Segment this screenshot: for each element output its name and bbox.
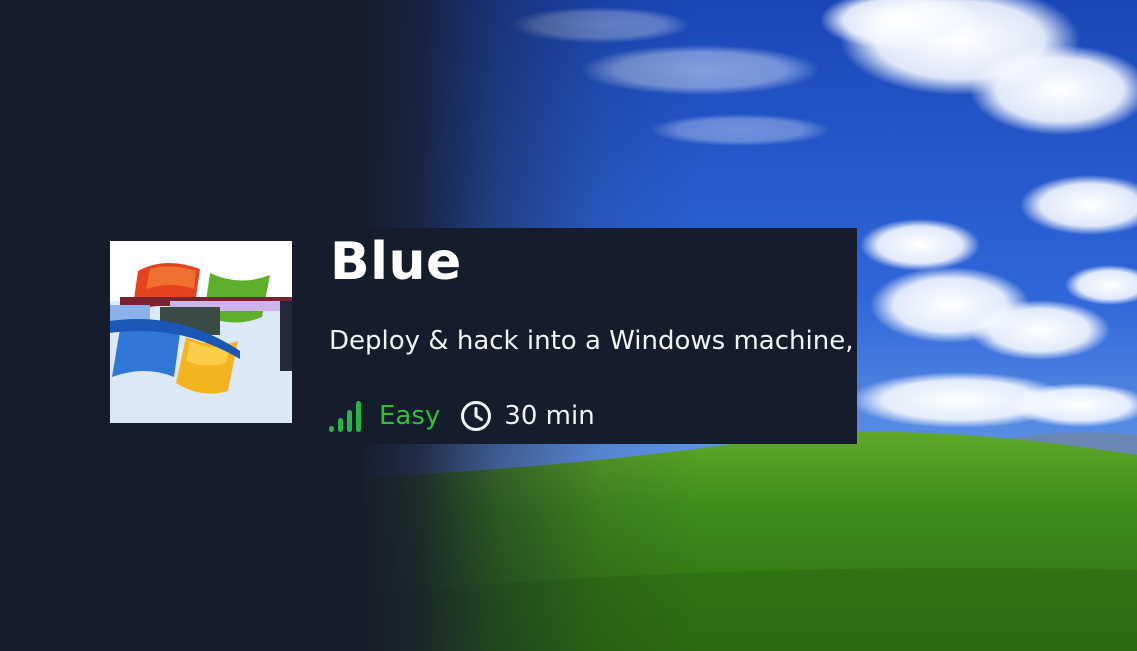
room-description: Deploy & hack into a Windows machine, — [329, 326, 854, 356]
room-banner: Blue Deploy & hack into a Windows machin… — [0, 0, 1137, 651]
signal-bar — [347, 410, 352, 432]
clock-icon — [461, 401, 492, 431]
room-thumbnail[interactable] — [110, 241, 292, 423]
signal-bar — [329, 426, 334, 432]
room-title[interactable]: Blue — [330, 230, 462, 294]
duration-badge: 30 min — [460, 399, 595, 433]
signal-bar — [338, 418, 343, 432]
difficulty-label: Easy — [379, 401, 441, 431]
room-meta: Easy 30 min — [329, 396, 595, 436]
signal-bar — [356, 401, 361, 432]
signal-bars-icon — [329, 400, 365, 432]
windows-logo — [110, 241, 292, 423]
room-info-card[interactable]: Blue Deploy & hack into a Windows machin… — [313, 228, 857, 444]
duration-label: 30 min — [504, 401, 595, 431]
difficulty-badge: Easy — [329, 399, 440, 433]
